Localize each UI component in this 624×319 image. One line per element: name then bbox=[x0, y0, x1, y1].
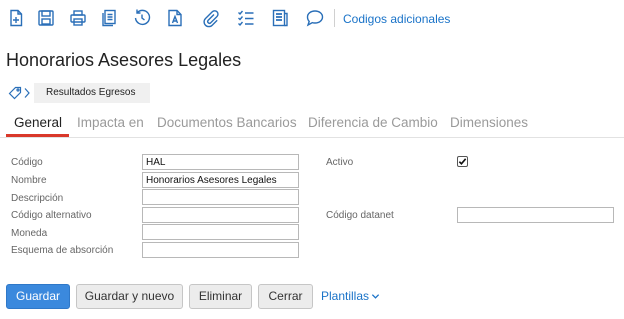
templates-label: Plantillas bbox=[321, 289, 370, 303]
activo-label: Activo bbox=[326, 157, 354, 168]
save-button[interactable]: Guardar bbox=[6, 284, 70, 309]
descripcion-label: Descripción bbox=[11, 193, 64, 204]
esquema-absorcion-field[interactable] bbox=[142, 242, 299, 258]
esquema-absorcion-label: Esquema de absorción bbox=[11, 245, 114, 256]
history-icon[interactable] bbox=[132, 8, 152, 28]
attachment-icon[interactable] bbox=[200, 8, 220, 28]
templates-dropdown[interactable]: Plantillas bbox=[321, 289, 380, 303]
codigo-alternativo-field[interactable] bbox=[142, 207, 299, 223]
chevron-down-icon bbox=[371, 294, 380, 300]
activo-checkbox[interactable] bbox=[457, 156, 468, 167]
page-title: Honorarios Asesores Legales bbox=[6, 50, 242, 70]
codigo-datanet-label: Código datanet bbox=[326, 210, 394, 221]
copy-icon[interactable] bbox=[99, 8, 119, 28]
tab-bar: General Impacta en Documentos Bancarios … bbox=[0, 112, 624, 138]
save-icon[interactable] bbox=[36, 8, 56, 28]
notes-icon[interactable] bbox=[270, 8, 290, 28]
delete-button[interactable]: Eliminar bbox=[189, 284, 252, 309]
new-document-icon[interactable] bbox=[6, 8, 26, 28]
tag-icon[interactable] bbox=[8, 86, 22, 100]
nombre-field[interactable] bbox=[142, 172, 299, 188]
checklist-icon[interactable] bbox=[236, 8, 256, 28]
codigo-alternativo-label: Código alternativo bbox=[11, 210, 92, 221]
save-and-new-button[interactable]: Guardar y nuevo bbox=[76, 284, 183, 309]
tab-general[interactable]: General bbox=[14, 115, 62, 130]
tab-diferencia-de-cambio[interactable]: Diferencia de Cambio bbox=[308, 115, 438, 130]
active-tab-indicator bbox=[6, 134, 69, 137]
toolbar: Codigos adicionales bbox=[0, 0, 624, 38]
chevron-right-icon bbox=[22, 86, 32, 100]
breadcrumb-item[interactable]: Resultados Egresos bbox=[34, 83, 150, 103]
toolbar-separator bbox=[334, 9, 335, 27]
additional-codes-link[interactable]: Codigos adicionales bbox=[343, 12, 450, 26]
tab-documentos-bancarios[interactable]: Documentos Bancarios bbox=[157, 115, 297, 130]
codigo-datanet-field[interactable] bbox=[457, 207, 614, 223]
close-button[interactable]: Cerrar bbox=[258, 284, 313, 309]
comment-icon[interactable] bbox=[305, 8, 325, 28]
tab-impacta-en[interactable]: Impacta en bbox=[77, 115, 144, 130]
print-icon[interactable] bbox=[68, 8, 88, 28]
codigo-label: Código bbox=[11, 157, 43, 168]
nombre-label: Nombre bbox=[11, 175, 47, 186]
font-document-icon[interactable] bbox=[165, 8, 185, 28]
moneda-field[interactable] bbox=[142, 224, 299, 240]
moneda-label: Moneda bbox=[11, 228, 48, 239]
descripcion-field[interactable] bbox=[142, 189, 299, 205]
codigo-field[interactable] bbox=[142, 154, 299, 170]
tab-dimensiones[interactable]: Dimensiones bbox=[450, 115, 528, 130]
